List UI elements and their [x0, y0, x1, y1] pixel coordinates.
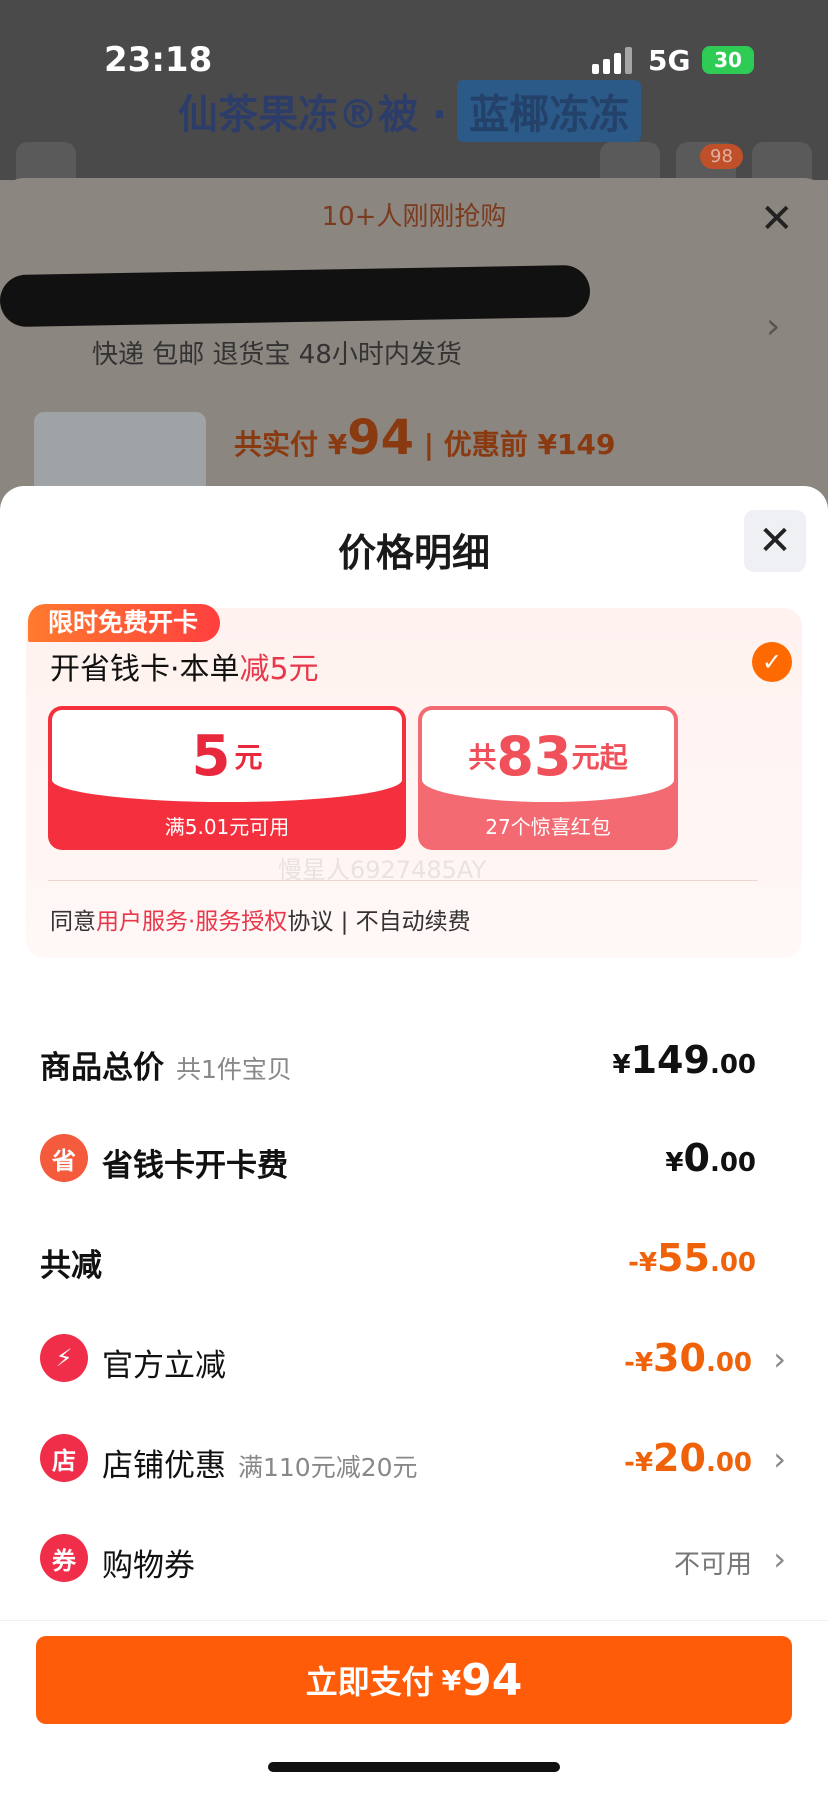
limited-offer-badge: 限时免费开卡: [28, 604, 221, 642]
coupon-b-desc: 27个惊喜红包: [485, 815, 611, 839]
official-discount-label: 官方立减: [102, 1348, 226, 1384]
pay-label: 立即支付: [305, 1663, 434, 1701]
amount: 55: [657, 1236, 710, 1280]
amount: 30: [653, 1336, 706, 1380]
row-shopping-voucher[interactable]: 券 购物券 不可用 ›: [0, 1530, 828, 1590]
coupon-b-unit: 元起: [571, 741, 628, 774]
battery-level: 30: [714, 48, 742, 72]
buyers-notice: 10+人刚刚抢购: [321, 202, 507, 232]
subtotal-label: 商品总价: [40, 1050, 164, 1086]
savings-card-title: 开省钱卡·本单减5元: [50, 644, 319, 688]
redacted-address: [0, 264, 591, 328]
chevron-right-icon: ›: [773, 1540, 786, 1578]
savings-card-checkbox[interactable]: ✓: [752, 642, 792, 682]
voucher-status: 不可用: [673, 1550, 752, 1580]
savings-title-highlight: 减5元: [239, 652, 319, 687]
coupon-a-amount: 5: [191, 723, 231, 789]
coupon-a-desc: 满5.01元可用: [164, 815, 290, 839]
chevron-right-icon: ›: [773, 1340, 786, 1378]
pay-now-button[interactable]: 立即支付 ¥94: [36, 1636, 792, 1724]
decimals: .00: [705, 1348, 752, 1378]
total-discount-label: 共减: [40, 1248, 102, 1284]
currency: -¥: [628, 1248, 658, 1278]
voucher-label: 购物券: [102, 1548, 195, 1584]
signal-icon: [592, 46, 632, 74]
chevron-right-icon: ›: [766, 306, 781, 347]
status-time: 23:18: [104, 40, 213, 80]
footer-divider: [0, 1620, 828, 1621]
cart-badge: 98: [700, 144, 743, 169]
row-store-discount[interactable]: 店 店铺优惠 满110元减20元 -¥20.00 ›: [0, 1430, 828, 1490]
store-icon: 店: [40, 1434, 88, 1482]
coupon-card-b[interactable]: 共 83 元起 27个惊喜红包: [418, 706, 678, 850]
store-discount-value: -¥20.00: [624, 1436, 752, 1480]
coupon-b-prefix: 共: [468, 741, 497, 774]
coupon-a-unit: 元: [234, 741, 263, 774]
screen: 仙茶果冻®被 · 蓝椰冻冻 98 23:18 5G 30 10+人刚刚抢购 ✕ 快…: [0, 0, 828, 1796]
agree-prefix: 同意: [50, 909, 96, 935]
row-label: 店铺优惠 满110元减20元: [102, 1440, 418, 1485]
amount: 149: [630, 1038, 710, 1082]
subtotal-sub: 共1件宝贝: [176, 1055, 292, 1084]
agreement-text: 同意用户服务·服务授权协议 | 不自动续费: [50, 902, 471, 936]
row-subtotal: 商品总价 共1件宝贝 ¥149.00: [0, 1032, 828, 1092]
chevron-right-icon: ›: [773, 1440, 786, 1478]
official-discount-value: -¥30.00: [624, 1336, 752, 1380]
amount: 20: [653, 1436, 706, 1480]
card-divider: [48, 880, 758, 881]
close-icon: ✕: [758, 518, 792, 564]
decimals: .00: [709, 1050, 756, 1080]
agreement-link[interactable]: 用户服务·服务授权: [96, 909, 287, 935]
shipping-info: 快递 包邮 退货宝 48小时内发货: [92, 340, 462, 370]
currency: ¥: [612, 1050, 631, 1080]
store-discount-label: 店铺优惠: [102, 1448, 226, 1484]
pay-prefix: 共实付 ¥: [234, 428, 348, 461]
row-official-discount[interactable]: ⚡ 官方立减 -¥30.00 ›: [0, 1330, 828, 1390]
price-detail-sheet: 价格明细 ✕ 限时免费开卡 开省钱卡·本单减5元 ✓ 5元 满5.01元可用 共…: [0, 486, 828, 1796]
background-product-title: 仙茶果冻®被 · 蓝椰冻冻: [178, 80, 642, 142]
close-button[interactable]: ✕: [744, 510, 806, 572]
currency: -¥: [624, 1448, 654, 1478]
decimals: .00: [709, 1148, 756, 1178]
sheet-title: 价格明细: [337, 531, 490, 575]
coupon-card-a[interactable]: 5元 满5.01元可用: [48, 706, 406, 850]
row-card-fee: 省 省钱卡开卡费 ¥0.00: [0, 1130, 828, 1190]
background-close-icon: ✕: [760, 196, 794, 242]
savings-title-prefix: 开省钱卡·本单: [50, 652, 240, 687]
network-label: 5G: [648, 44, 691, 77]
pay-original: | 优惠前 ¥149: [423, 428, 616, 461]
amount: 0: [683, 1136, 710, 1180]
pay-now-amount: 94: [461, 1654, 523, 1706]
row-label: 商品总价 共1件宝贝: [40, 1042, 292, 1087]
agree-suffix: 协议 | 不自动续费: [287, 909, 471, 935]
battery-icon: 30: [702, 46, 754, 74]
store-discount-sub: 满110元减20元: [238, 1453, 418, 1482]
currency: -¥: [624, 1348, 654, 1378]
background-title-text: 仙茶果冻®被 ·: [178, 92, 448, 138]
voucher-icon: 券: [40, 1534, 88, 1582]
pay-amount: 94: [347, 410, 415, 466]
check-icon: ✓: [761, 648, 783, 676]
coupon-b-amount: 83: [496, 724, 572, 788]
currency: ¥: [665, 1148, 684, 1178]
background-title-tag: 蓝椰冻冻: [457, 80, 642, 142]
card-fee-label: 省钱卡开卡费: [102, 1148, 288, 1184]
card-fee-value: ¥0.00: [665, 1136, 756, 1180]
home-indicator: [268, 1762, 560, 1772]
pay-currency: ¥: [441, 1663, 462, 1697]
lightning-icon: ⚡: [40, 1334, 88, 1382]
subtotal-value: ¥149.00: [613, 1038, 756, 1082]
background-pay-summary: 共实付 ¥94 | 优惠前 ¥149: [234, 410, 615, 466]
row-total-discount: 共减 -¥55.00: [0, 1230, 828, 1290]
savings-card-icon: 省: [40, 1134, 88, 1182]
total-discount-value: -¥55.00: [628, 1236, 756, 1280]
decimals: .00: [709, 1248, 756, 1278]
decimals: .00: [705, 1448, 752, 1478]
